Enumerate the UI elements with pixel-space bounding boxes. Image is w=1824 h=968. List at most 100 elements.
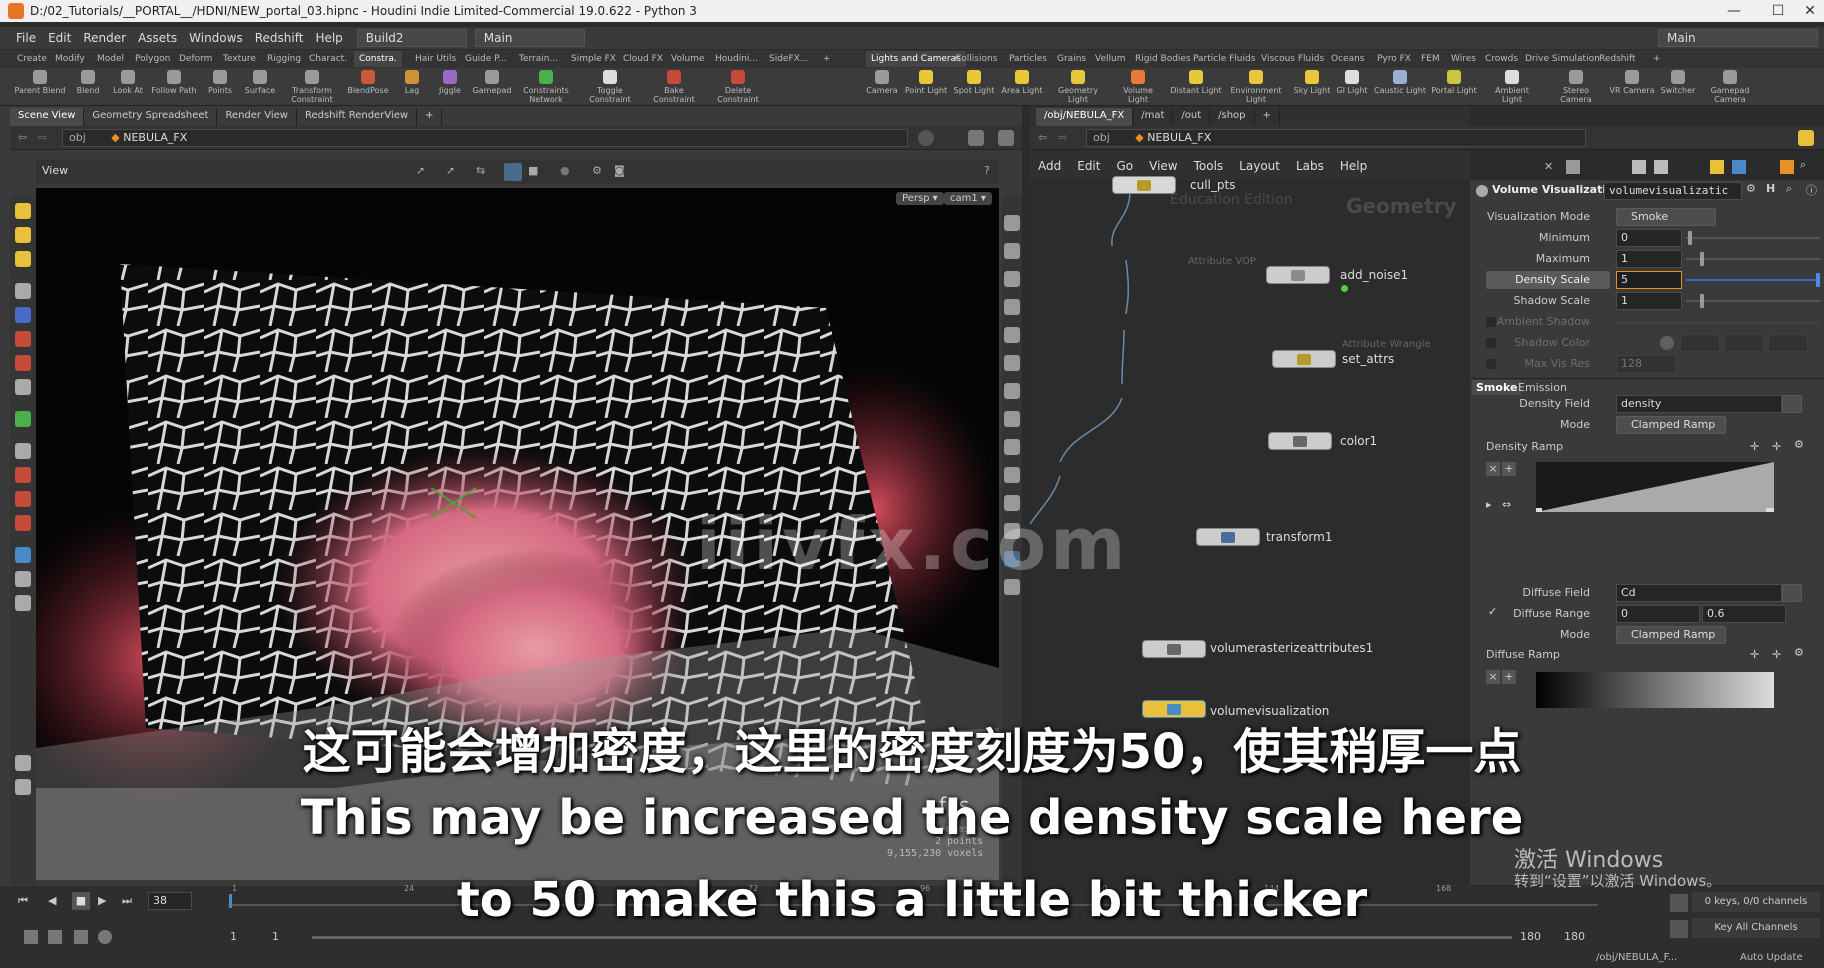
grid-view-icon[interactable] bbox=[1566, 160, 1580, 174]
shelf-tab-active[interactable]: Constra. bbox=[354, 51, 402, 67]
search-icon[interactable]: ⌕ bbox=[1786, 182, 1792, 196]
shadow-scale-slider[interactable] bbox=[1686, 300, 1820, 302]
maximum-slider-knob[interactable] bbox=[1700, 252, 1704, 266]
render-region-icon[interactable] bbox=[15, 443, 31, 459]
menu-labs[interactable]: Labs bbox=[1288, 158, 1332, 178]
grid-snap-icon[interactable] bbox=[15, 515, 31, 531]
pose-tool-icon[interactable]: ➚ bbox=[446, 164, 455, 177]
ramp-move-icon[interactable]: ✛ bbox=[1750, 440, 1759, 453]
clock-icon[interactable] bbox=[98, 930, 112, 944]
param-label[interactable]: Density Scale bbox=[1470, 273, 1590, 286]
flag-icon[interactable] bbox=[1780, 160, 1794, 174]
shelf-tab[interactable]: Drive Simulation bbox=[1520, 51, 1605, 67]
help-icon[interactable]: ? bbox=[984, 164, 990, 177]
sticky-note-icon[interactable] bbox=[1710, 160, 1724, 174]
snap-magnet-icon[interactable] bbox=[15, 491, 31, 507]
menu-view[interactable]: View bbox=[1141, 158, 1185, 178]
maximum-slider[interactable] bbox=[1686, 258, 1820, 260]
range-start-field[interactable]: 1 bbox=[230, 930, 237, 943]
secure-selection-icon[interactable]: ⇆ bbox=[476, 164, 485, 177]
range-end2-field[interactable]: 180 bbox=[1564, 930, 1585, 943]
back-arrow-icon[interactable]: ⇦ bbox=[18, 131, 27, 144]
menu-windows[interactable]: Windows bbox=[183, 31, 249, 45]
shelf-tab[interactable]: Deform bbox=[174, 51, 217, 67]
menu-render[interactable]: Render bbox=[77, 31, 132, 45]
ramp-link-icon[interactable]: ⇔ bbox=[1502, 498, 1511, 511]
minimum-slider[interactable] bbox=[1686, 237, 1820, 239]
ramp-gear-icon[interactable]: ⚙ bbox=[1794, 646, 1804, 659]
screenshot-icon[interactable]: ◙ bbox=[614, 164, 625, 177]
node-name-field[interactable]: volumevisualizatic bbox=[1604, 182, 1742, 200]
shelf-tab[interactable]: Particles bbox=[1004, 51, 1052, 67]
wireframe-icon[interactable] bbox=[1004, 355, 1020, 371]
construction-plane-icon[interactable] bbox=[15, 571, 31, 587]
tool-environment-light[interactable]: Environment Light bbox=[1230, 70, 1282, 104]
search-icon[interactable]: ⌕ bbox=[1800, 158, 1806, 172]
range-start2-field[interactable]: 1 bbox=[272, 930, 279, 943]
ramp-remove-icon[interactable]: × bbox=[1486, 462, 1500, 476]
diffuse-field-field[interactable]: Cd bbox=[1616, 584, 1782, 602]
diffuse-ramp-widget[interactable] bbox=[1536, 672, 1774, 708]
shelf-tab[interactable]: Texture bbox=[218, 51, 261, 67]
node-cull-pts[interactable] bbox=[1112, 176, 1176, 194]
view-icon[interactable] bbox=[15, 355, 31, 371]
forward-arrow-icon[interactable]: ⇨ bbox=[38, 131, 47, 144]
add-shelf-tab-icon[interactable]: + bbox=[818, 51, 836, 67]
path-node[interactable]: NEBULA_FX bbox=[1147, 131, 1211, 144]
shelf-tab[interactable]: Volume bbox=[666, 51, 709, 67]
tool-transform-constraint[interactable]: Transform Constraint bbox=[286, 70, 338, 104]
tab-mat[interactable]: /mat bbox=[1133, 108, 1174, 126]
pose-icon[interactable] bbox=[15, 411, 31, 427]
ramp-move-icon[interactable]: ✛ bbox=[1772, 440, 1781, 453]
tool-caustic-light[interactable]: Caustic Light bbox=[1374, 70, 1426, 95]
shelf-tab[interactable]: Grains bbox=[1052, 51, 1091, 67]
shelf-tab[interactable]: Vellum bbox=[1090, 51, 1130, 67]
node-volumerasterizeattributes1[interactable] bbox=[1142, 640, 1206, 658]
options-icon[interactable] bbox=[998, 130, 1014, 146]
audio-icon[interactable] bbox=[48, 930, 62, 944]
menu-edit[interactable]: Edit bbox=[1069, 158, 1108, 178]
tab-redshift-renderview[interactable]: Redshift RenderView bbox=[297, 108, 418, 126]
select-mode-icon[interactable] bbox=[15, 203, 31, 219]
diffuse-range-min-field[interactable]: 0 bbox=[1616, 605, 1700, 623]
minimum-slider-knob[interactable] bbox=[1688, 231, 1692, 245]
pin-icon[interactable] bbox=[918, 130, 934, 146]
density-scale-slider[interactable] bbox=[1686, 279, 1820, 281]
brush-icon[interactable] bbox=[15, 379, 31, 395]
tool-bake-constraint[interactable]: Bake Constraint bbox=[648, 70, 700, 104]
link-icon[interactable] bbox=[968, 130, 984, 146]
maximize-button[interactable]: ☐ bbox=[1756, 0, 1800, 22]
tab-scene-view[interactable]: Scene View bbox=[10, 108, 85, 126]
shelf-tab[interactable]: Rigging bbox=[262, 51, 306, 67]
tool-gamepad-camera[interactable]: Gamepad Camera bbox=[1704, 70, 1756, 104]
lock-icon[interactable] bbox=[15, 307, 31, 323]
shadow-color-g-field[interactable] bbox=[1724, 334, 1764, 352]
tool-gi-light[interactable]: GI Light bbox=[1326, 70, 1378, 95]
forward-arrow-icon[interactable]: ⇨ bbox=[1058, 131, 1067, 144]
density-mode-menu[interactable]: Clamped Ramp bbox=[1616, 416, 1726, 434]
shelf-tab[interactable]: Redshift bbox=[1594, 51, 1641, 67]
menu-redshift[interactable]: Redshift bbox=[249, 31, 310, 45]
tool-stereo-camera[interactable]: Stereo Camera bbox=[1550, 70, 1602, 104]
shelf-tab[interactable]: Wires bbox=[1446, 51, 1481, 67]
tool-toggle-constraint[interactable]: Toggle Constraint bbox=[584, 70, 636, 104]
shelf-tab[interactable]: Polygon bbox=[130, 51, 175, 67]
node-add-noise1[interactable] bbox=[1266, 266, 1330, 284]
tool-surface[interactable]: Surface bbox=[234, 70, 286, 95]
menu-layout[interactable]: Layout bbox=[1231, 158, 1288, 178]
shelf-tab[interactable]: Guide P... bbox=[460, 51, 512, 67]
handle-icon[interactable] bbox=[15, 331, 31, 347]
tool-look-at[interactable]: Look At bbox=[102, 70, 154, 95]
ramp-add-icon[interactable]: + bbox=[1502, 462, 1516, 476]
tab-render-view[interactable]: Render View bbox=[217, 108, 297, 126]
tool-distant-light[interactable]: Distant Light bbox=[1170, 70, 1222, 95]
shelf-tab[interactable]: SideFX... bbox=[764, 51, 813, 67]
shadow-scale-slider-knob[interactable] bbox=[1700, 294, 1704, 308]
shadow-color-r-field[interactable] bbox=[1680, 334, 1720, 352]
menu-assets[interactable]: Assets bbox=[132, 31, 183, 45]
ramp-move-icon[interactable]: ✛ bbox=[1750, 648, 1759, 661]
left-path-field[interactable]: obj ◆ NEBULA_FX bbox=[62, 129, 908, 147]
menu-go[interactable]: Go bbox=[1108, 158, 1141, 178]
minimize-button[interactable]: — bbox=[1712, 0, 1756, 22]
network-box-icon[interactable] bbox=[1732, 160, 1746, 174]
